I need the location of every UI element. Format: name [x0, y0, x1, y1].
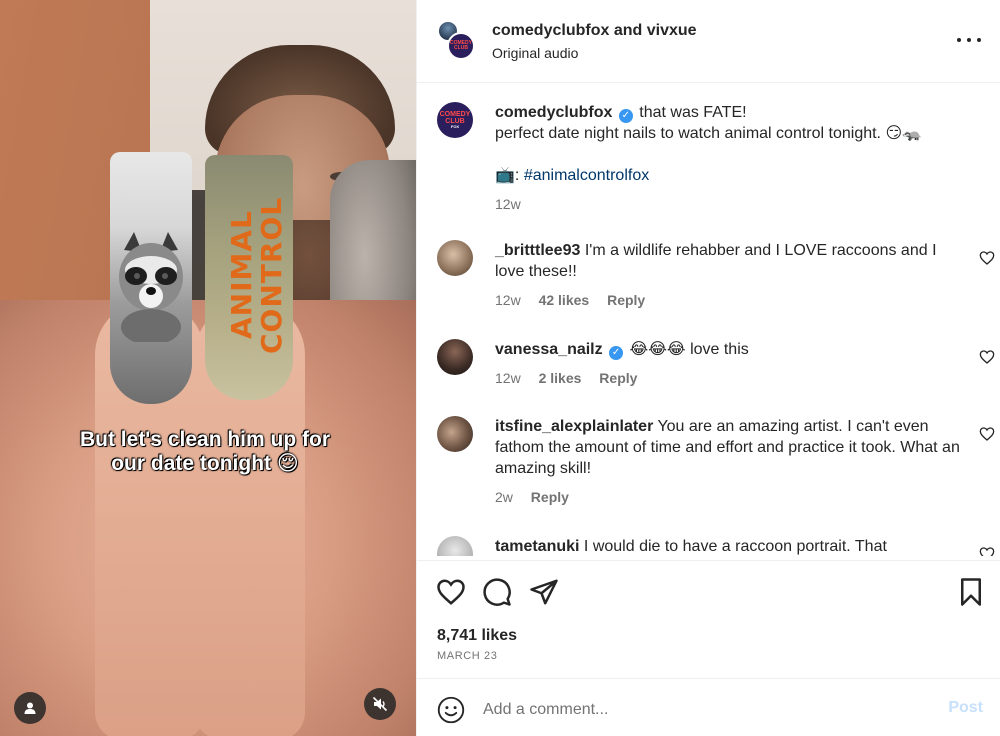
tv-emoji: 📺	[495, 167, 515, 184]
comment-time[interactable]: 12w	[495, 370, 521, 386]
video-caption: But let's clean him up for our date toni…	[40, 428, 370, 476]
more-dot-icon	[957, 38, 961, 42]
emoji-icon[interactable]	[437, 696, 465, 724]
comment-username[interactable]: tametanuki	[495, 538, 579, 555]
avatar[interactable]	[437, 339, 473, 375]
caption-body: comedyclubfox ✓ that was FATE! perfect d…	[495, 102, 960, 215]
comment-body: tametanuki I would die to have a raccoon…	[495, 536, 960, 556]
comment-likes[interactable]: 42 likes	[539, 292, 590, 308]
comment-likes[interactable]: 2 likes	[539, 370, 582, 386]
comment-text: 😂😂😂 love this	[629, 341, 749, 358]
post-date[interactable]: MARCH 23	[437, 650, 497, 662]
comment-time[interactable]: 12w	[495, 292, 521, 308]
raccoon-nail	[110, 152, 192, 404]
post-side-panel: COMEDY CLUB comedyclubfox and vivxue Ori…	[416, 0, 1000, 736]
comment-username[interactable]: comedyclubfox	[495, 104, 612, 121]
avatar[interactable]: COMEDY CLUB FOX	[437, 102, 473, 138]
share-send-icon[interactable]	[529, 577, 559, 607]
like-comment-heart-icon[interactable]	[979, 426, 995, 442]
verified-badge-icon: ✓	[609, 346, 624, 360]
post-actions: 8,741 likes MARCH 23	[417, 560, 1000, 678]
reply-button[interactable]: Reply	[531, 489, 569, 505]
reply-button[interactable]: Reply	[607, 292, 645, 308]
like-comment-heart-icon[interactable]	[979, 349, 995, 365]
avatar[interactable]	[437, 416, 473, 452]
post-comment-button[interactable]: Post	[948, 699, 983, 717]
comment-meta: 2w Reply	[495, 487, 960, 508]
avatar[interactable]	[437, 536, 473, 556]
caption-text: perfect date night nails to watch animal…	[495, 125, 923, 142]
comment-meta: 12w	[495, 194, 960, 215]
avatar-comedyclubfox[interactable]: COMEDY CLUB	[447, 32, 475, 60]
comment-body: vanessa_nailz ✓ 😂😂😂 love this 12w 2 like…	[495, 339, 960, 389]
header-username-link[interactable]: comedyclubfox	[492, 22, 609, 39]
audio-link[interactable]: Original audio	[492, 45, 578, 61]
comment-meta: 12w 42 likes Reply	[495, 290, 960, 311]
comment-body: itsfine_alexplainlater You are an amazin…	[495, 416, 960, 508]
tagged-users-button[interactable]	[14, 692, 46, 724]
comment-input[interactable]	[483, 697, 923, 723]
comment-body: _britttlee93 I'm a wildlife rehabber and…	[495, 240, 960, 311]
comment-time[interactable]: 12w	[495, 196, 521, 212]
verified-badge-icon: ✓	[618, 109, 633, 123]
raccoon-illustration	[119, 232, 183, 342]
comments-list[interactable]: COMEDY CLUB FOX comedyclubfox ✓ that was…	[417, 84, 1000, 556]
header-and-text: and	[613, 22, 643, 39]
post-media[interactable]: ANIMAL CONTROL But let's clean him up fo…	[0, 0, 416, 736]
video-caption-line: But let's clean him up for	[79, 428, 331, 451]
header-username-link[interactable]: vivxue	[647, 22, 697, 39]
nail-text: ANIMAL CONTROL	[225, 196, 288, 354]
avatar[interactable]	[437, 240, 473, 276]
comment-bubble-icon[interactable]	[482, 577, 512, 607]
comment-username[interactable]: _britttlee93	[495, 242, 580, 259]
comment-meta: 12w 2 likes Reply	[495, 368, 960, 389]
collab-names: comedyclubfox and vivxue	[492, 22, 697, 40]
comment-text: I would die to have a raccoon portrait. …	[583, 538, 887, 555]
save-bookmark-icon[interactable]	[956, 577, 986, 607]
collab-avatars[interactable]: COMEDY CLUB	[437, 20, 475, 62]
comment-username[interactable]: vanessa_nailz	[495, 341, 603, 358]
animal-control-nail: ANIMAL CONTROL	[205, 155, 293, 400]
like-comment-heart-icon[interactable]	[979, 250, 995, 266]
like-heart-icon[interactable]	[436, 577, 466, 607]
likes-count[interactable]: 8,741 likes	[437, 627, 517, 645]
reply-button[interactable]: Reply	[599, 370, 637, 386]
more-dot-icon	[977, 38, 981, 42]
like-comment-heart-icon[interactable]	[979, 546, 995, 556]
comment-username[interactable]: itsfine_alexplainlater	[495, 418, 653, 435]
comment-time[interactable]: 2w	[495, 489, 513, 505]
hashtag-link[interactable]: #animalcontrolfox	[524, 167, 649, 184]
more-options-button[interactable]	[957, 30, 981, 50]
more-dot-icon	[967, 38, 971, 42]
muted-speaker-icon	[372, 696, 388, 712]
post-header: COMEDY CLUB comedyclubfox and vivxue Ori…	[417, 0, 1000, 83]
mute-button[interactable]	[364, 688, 396, 720]
video-caption-line: our date tonight 😌	[111, 452, 299, 475]
caption-text: that was FATE!	[639, 104, 747, 121]
user-icon	[24, 702, 36, 714]
comment-composer: Post	[417, 678, 1000, 736]
